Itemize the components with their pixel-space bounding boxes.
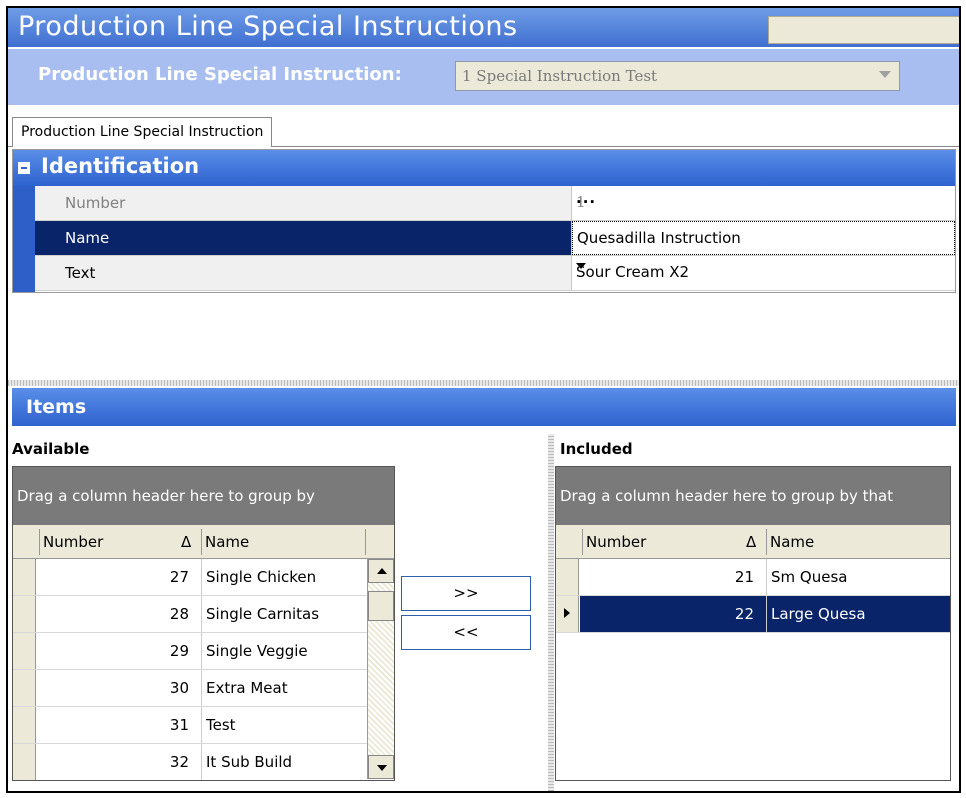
name-field[interactable]: Quesadilla Instruction xyxy=(572,221,955,255)
sort-ascending-icon: Δ xyxy=(746,533,757,551)
identification-title: Identification xyxy=(41,154,200,178)
arrow-down-icon xyxy=(377,765,387,771)
scroll-up-button[interactable] xyxy=(368,559,394,583)
table-row[interactable]: 29 Single Veggie xyxy=(13,633,394,670)
add-item-button[interactable]: >> xyxy=(401,576,531,611)
group-by-area[interactable]: Drag a column header here to group by th… xyxy=(556,467,950,525)
identification-panel: Identification Number 1 ··· Name Quesadi… xyxy=(12,149,956,293)
column-header-row: Number Δ Name xyxy=(556,525,950,559)
tab-production-line-special-instruction[interactable]: Production Line Special Instruction xyxy=(12,117,273,147)
collapse-icon[interactable] xyxy=(18,162,30,174)
available-grid: Drag a column header here to group by Nu… xyxy=(12,466,395,781)
ellipsis-icon[interactable]: ··· xyxy=(576,193,949,211)
vertical-scrollbar[interactable] xyxy=(367,559,394,779)
table-row-selected[interactable]: 22 Large Quesa xyxy=(556,596,950,633)
column-header-row: Number Δ Name xyxy=(13,525,394,559)
column-header-name[interactable]: Name xyxy=(205,533,249,551)
property-name: Name xyxy=(35,221,572,255)
title-bar-panel xyxy=(768,16,959,44)
instruction-select-value: 1 Special Instruction Test xyxy=(462,67,658,85)
chevron-down-icon[interactable] xyxy=(879,71,891,78)
title-bar: Production Line Special Instructions xyxy=(8,8,959,47)
sort-ascending-icon: Δ xyxy=(181,533,192,551)
column-header-name[interactable]: Name xyxy=(770,533,814,551)
instruction-select[interactable]: 1 Special Instruction Test xyxy=(455,61,900,91)
table-row[interactable]: 27 Single Chicken xyxy=(13,559,394,596)
column-header-number[interactable]: Number xyxy=(586,533,646,551)
property-name: Number xyxy=(35,186,572,220)
items-header: Items xyxy=(12,388,956,426)
window: Production Line Special Instructions Pro… xyxy=(6,6,961,793)
table-row[interactable]: 21 Sm Quesa xyxy=(556,559,950,596)
property-rail xyxy=(13,186,35,292)
table-row[interactable]: 28 Single Carnitas xyxy=(13,596,394,633)
chevron-down-icon[interactable] xyxy=(576,263,586,269)
arrow-up-icon xyxy=(377,568,387,574)
items-title: Items xyxy=(26,396,87,418)
identification-header: Identification xyxy=(13,150,955,186)
table-row[interactable]: 32 It Sub Build xyxy=(13,744,394,780)
available-label: Available xyxy=(12,440,90,458)
property-name: Text xyxy=(35,256,572,290)
table-row[interactable]: 30 Extra Meat xyxy=(13,670,394,707)
included-label: Included xyxy=(560,440,633,458)
window-title: Production Line Special Instructions xyxy=(18,11,518,42)
number-field[interactable]: 1 ··· xyxy=(572,186,955,220)
column-header-number[interactable]: Number xyxy=(43,533,103,551)
included-grid: Drag a column header here to group by th… xyxy=(555,466,951,781)
text-field[interactable]: Sour Cream X2 xyxy=(572,256,955,290)
scroll-thumb[interactable] xyxy=(368,591,394,621)
property-row-text: Text Sour Cream X2 xyxy=(35,256,955,291)
tab-strip: Production Line Special Instruction xyxy=(8,112,959,147)
selector-bar: Production Line Special Instruction: 1 S… xyxy=(8,49,959,105)
row-pointer-icon xyxy=(564,608,570,618)
horizontal-splitter[interactable] xyxy=(8,380,959,386)
group-by-area[interactable]: Drag a column header here to group by xyxy=(13,467,394,525)
scroll-down-button[interactable] xyxy=(368,755,394,779)
property-row-name: Name Quesadilla Instruction xyxy=(35,221,955,256)
selector-label: Production Line Special Instruction: xyxy=(38,64,402,85)
property-row-number: Number 1 ··· xyxy=(35,186,955,221)
vertical-splitter[interactable] xyxy=(548,434,554,791)
remove-item-button[interactable]: << xyxy=(401,615,531,650)
table-row[interactable]: 31 Test xyxy=(13,707,394,744)
